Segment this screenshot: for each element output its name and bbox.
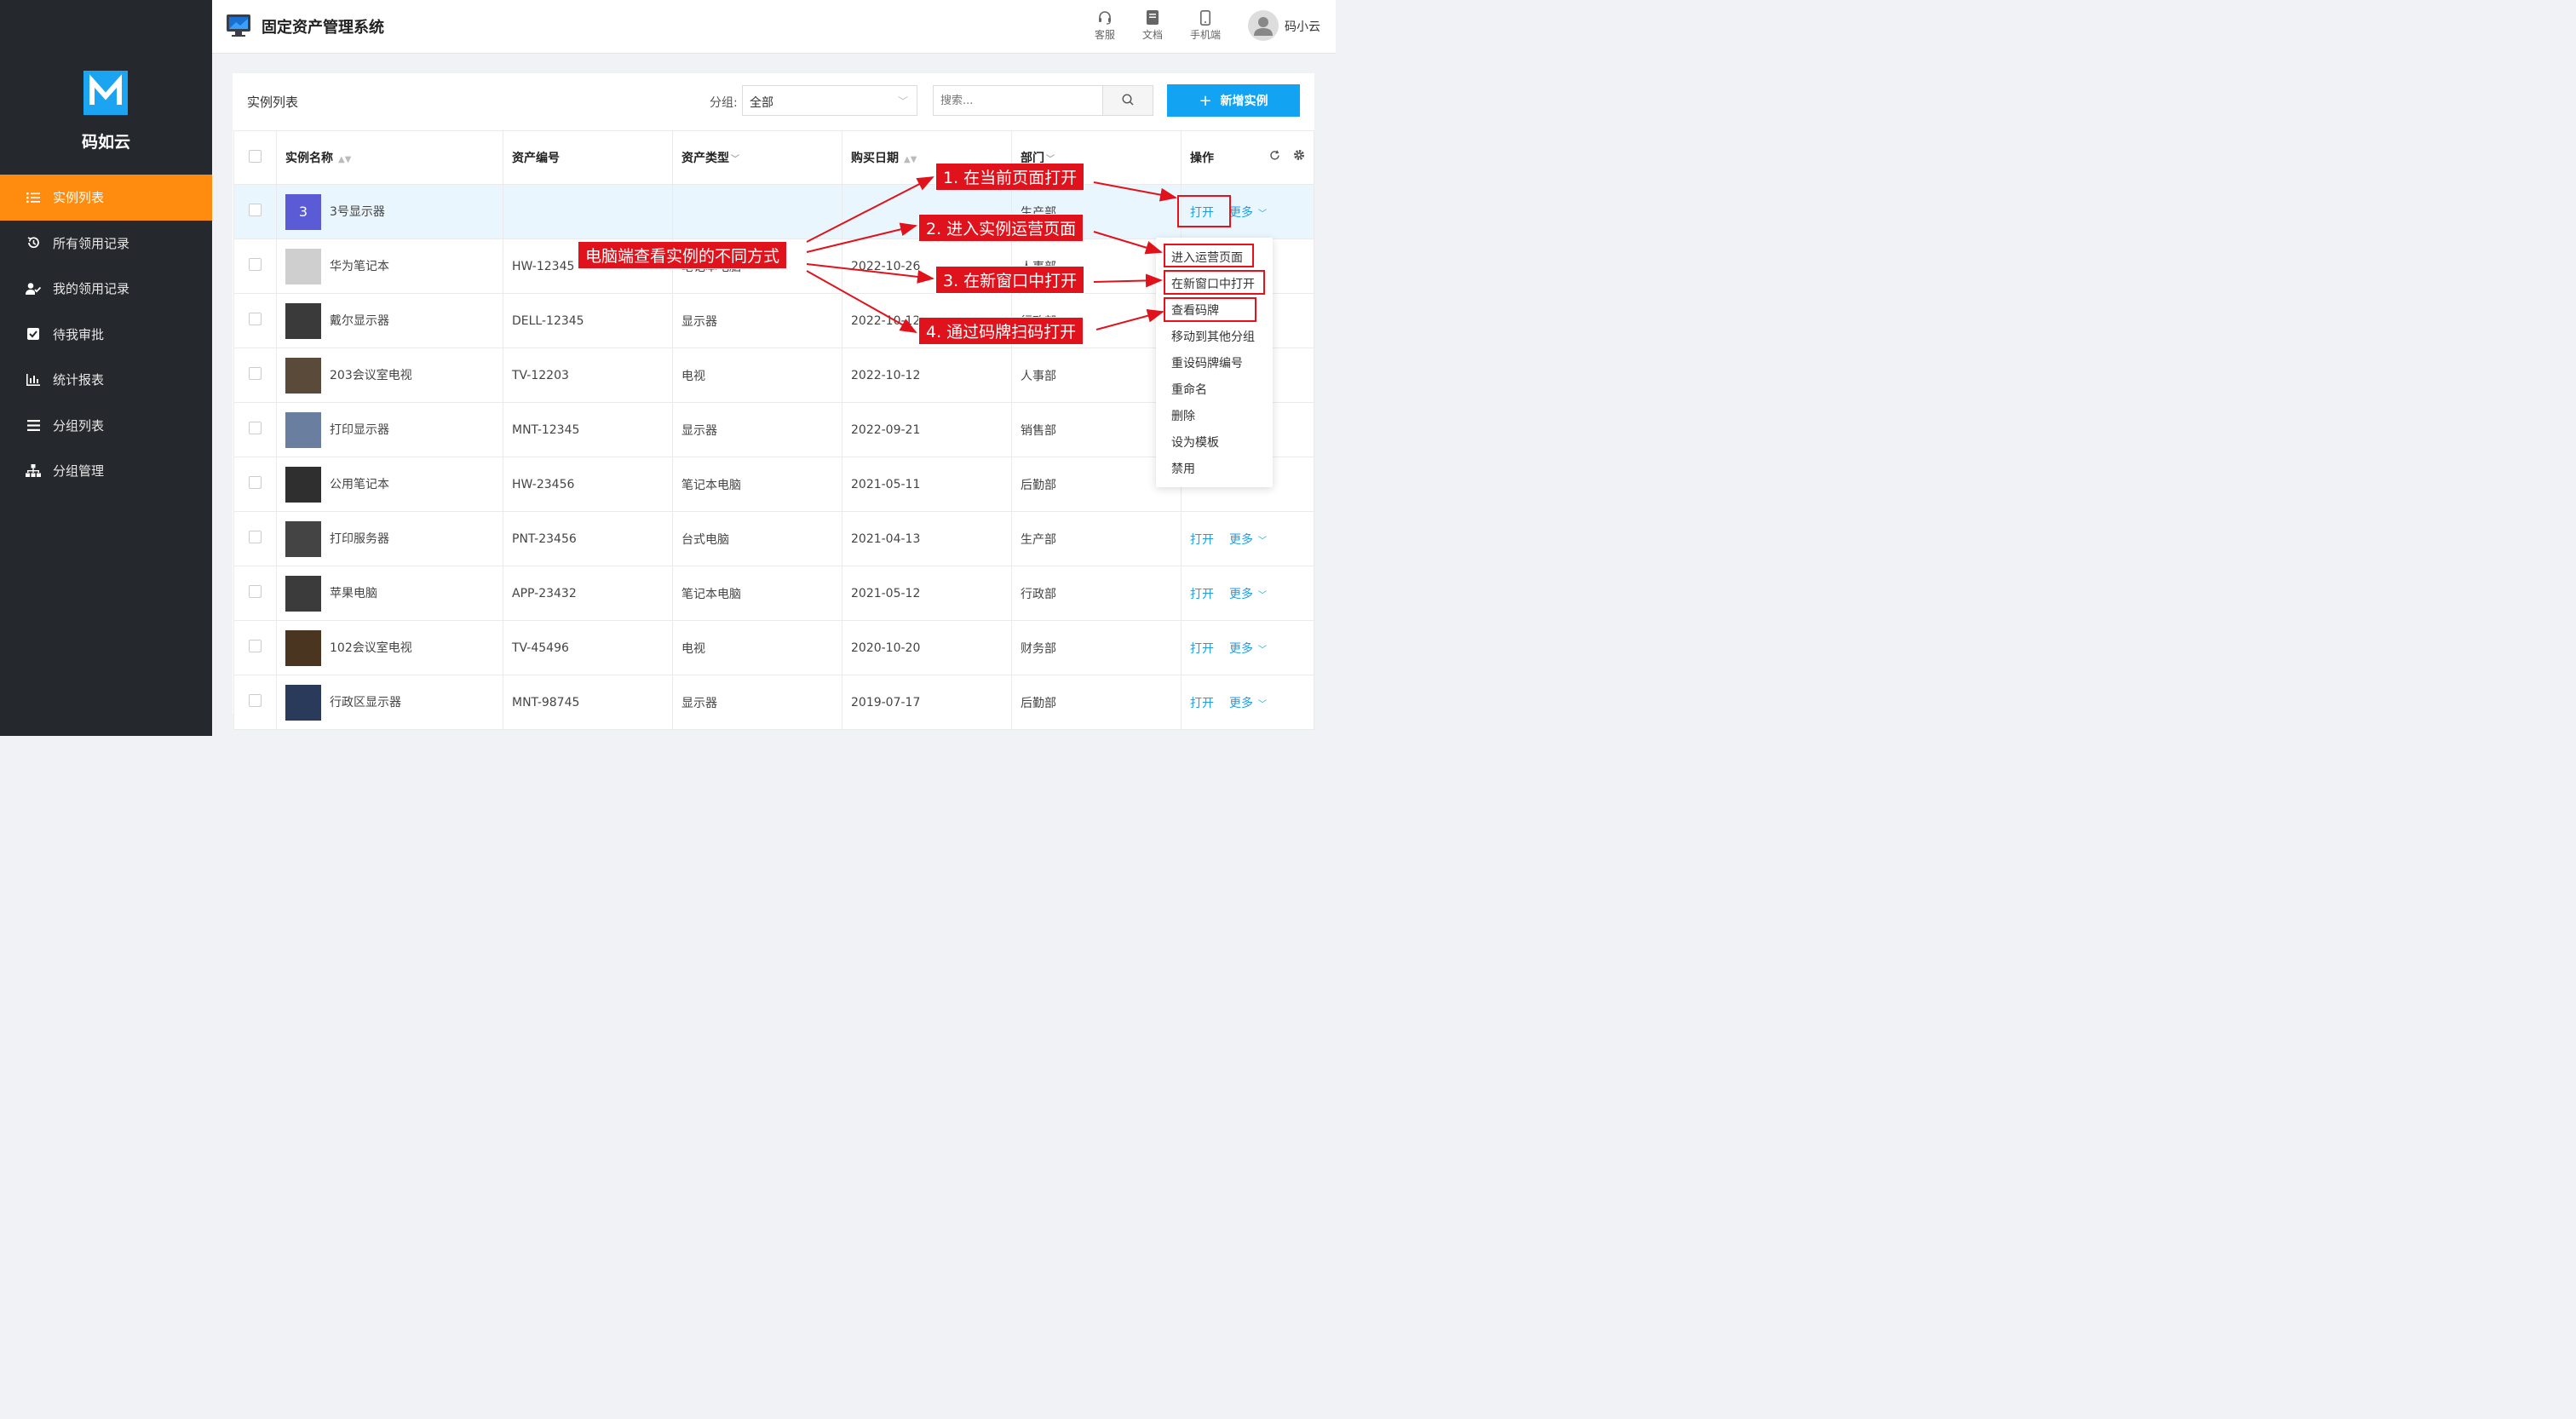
annotation-box-operation <box>1164 244 1254 267</box>
annotation-label-4: 4. 通过码牌扫码打开 <box>918 317 1084 345</box>
annotation-label-2: 2. 进入实例运营页面 <box>918 214 1084 242</box>
annotation-box-qr <box>1164 297 1256 322</box>
annotation-label-1: 1. 在当前页面打开 <box>935 163 1085 191</box>
annotation-main-label: 电脑端查看实例的不同方式 <box>578 241 788 269</box>
annotation-box-open <box>1177 195 1231 227</box>
annotation-label-3: 3. 在新窗口中打开 <box>935 266 1085 294</box>
annotation-arrows <box>806 176 1177 333</box>
annotation-box-new-window <box>1164 270 1265 295</box>
